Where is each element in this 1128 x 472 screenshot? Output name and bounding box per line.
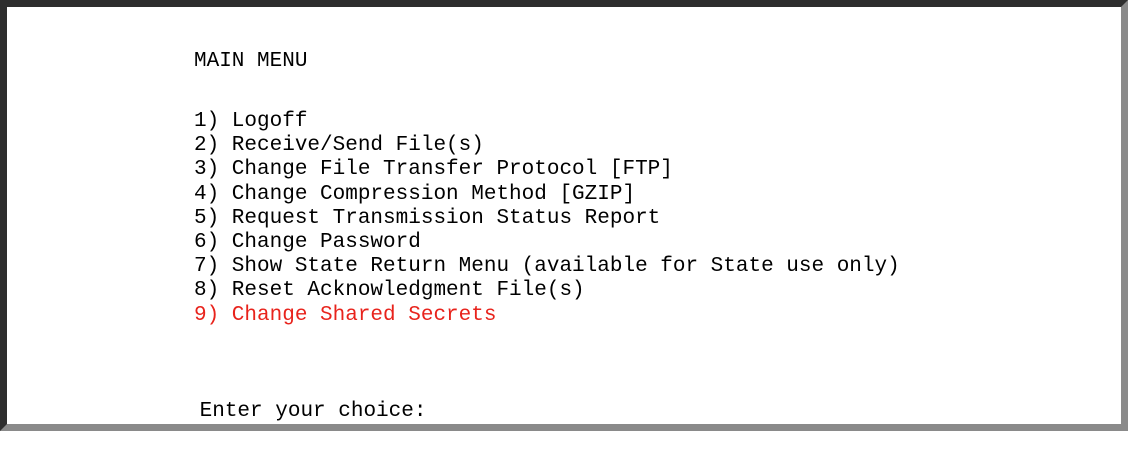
menu-item-state-return-menu[interactable]: 7) Show State Return Menu (available for… — [194, 255, 900, 279]
menu-item-receive-send-files[interactable]: 2) Receive/Send File(s) — [194, 134, 900, 158]
menu-item-change-ftp[interactable]: 3) Change File Transfer Protocol [FTP] — [194, 158, 900, 182]
main-menu-list: 1) Logoff 2) Receive/Send File(s) 3) Cha… — [194, 110, 900, 328]
terminal-window: MAIN MENU 1) Logoff 2) Receive/Send File… — [0, 0, 1128, 431]
choice-input[interactable] — [200, 424, 214, 444]
choice-prompt-label: Enter your choice: — [199, 400, 427, 423]
menu-item-change-compression[interactable]: 4) Change Compression Method [GZIP] — [194, 183, 900, 207]
choice-prompt: Enter your choice: — [124, 376, 427, 472]
menu-item-logoff[interactable]: 1) Logoff — [194, 110, 900, 134]
terminal-screen: MAIN MENU 1) Logoff 2) Receive/Send File… — [7, 7, 1121, 424]
menu-item-reset-acknowledgment[interactable]: 8) Reset Acknowledgment File(s) — [194, 279, 900, 303]
menu-item-status-report[interactable]: 5) Request Transmission Status Report — [194, 207, 900, 231]
menu-item-change-shared-secrets[interactable]: 9) Change Shared Secrets — [194, 304, 900, 328]
menu-item-change-password[interactable]: 6) Change Password — [194, 231, 900, 255]
menu-title: MAIN MENU — [194, 50, 308, 73]
